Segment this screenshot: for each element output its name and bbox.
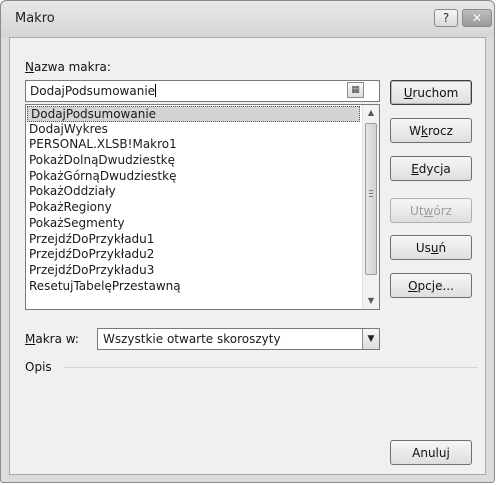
macro-name-value: DodajPodsumowanie	[30, 84, 156, 98]
title-bar[interactable]: Makro ? ✕	[1, 1, 494, 37]
macro-list[interactable]: DodajPodsumowanie DodajWykres PERSONAL.XLS…	[25, 104, 380, 310]
dialog-body: Nazwa makra: DodajPodsumowanie ▦ DodajPo…	[9, 37, 486, 475]
macros-in-label: Makra w:	[25, 332, 79, 346]
list-item[interactable]: PrzejdźDoPrzykładu1	[26, 232, 361, 248]
scroll-down-icon[interactable]: ▼	[363, 293, 379, 309]
cancel-button[interactable]: Anuluj	[390, 440, 472, 465]
description-text	[25, 378, 380, 453]
scroll-thumb[interactable]	[365, 123, 377, 275]
list-item[interactable]: ResetujTabelęPrzestawną	[26, 279, 361, 295]
list-item[interactable]: PokażDolnąDwudziestkę	[26, 153, 361, 169]
list-item[interactable]: PrzejdźDoPrzykładu2	[26, 247, 361, 263]
list-item[interactable]: PokażRegiony	[26, 200, 361, 216]
list-item[interactable]: DodajPodsumowanie	[27, 106, 360, 122]
macro-dialog: Makro ? ✕ Nazwa makra: DodajPodsumowanie…	[0, 0, 495, 483]
edit-button[interactable]: Edycja	[390, 156, 472, 181]
dialog-title: Makro	[15, 11, 55, 26]
macros-in-value: Wszystkie otwarte skoroszyty	[103, 332, 281, 346]
help-button[interactable]: ?	[434, 9, 458, 27]
create-button: Ut w órz	[390, 198, 472, 223]
description-separator	[63, 367, 478, 368]
list-item[interactable]: PERSONAL.XLSB!Makro1	[26, 137, 361, 153]
list-item[interactable]: DodajWykres	[26, 122, 361, 138]
text-caret	[155, 84, 157, 97]
help-icon: ?	[442, 11, 450, 25]
description-label: Opis	[25, 360, 52, 374]
run-button[interactable]: Uruchom	[390, 80, 472, 105]
step-into-button[interactable]: Wk rocz	[390, 118, 472, 143]
list-item[interactable]: PrzejdźDoPrzykładu3	[26, 263, 361, 279]
scroll-up-icon[interactable]: ▲	[363, 105, 379, 121]
close-icon: ✕	[471, 11, 483, 25]
thumb-grip	[369, 190, 373, 191]
chevron-down-icon[interactable]: ▼	[362, 329, 379, 349]
list-item[interactable]: PokażGórnąDwudziestkę	[26, 169, 361, 185]
delete-button[interactable]: Us u ń	[390, 235, 472, 260]
macro-name-input[interactable]: DodajPodsumowanie	[25, 80, 380, 102]
macro-name-label: Nazwa makra:	[25, 60, 111, 74]
macro-name-label-rest: azwa makra:	[33, 60, 111, 74]
range-select-icon[interactable]: ▦	[347, 82, 364, 98]
macro-list-items: DodajPodsumowanie DodajWykres PERSONAL.XLS…	[26, 105, 361, 294]
close-button[interactable]: ✕	[462, 9, 492, 27]
macros-in-select[interactable]: Wszystkie otwarte skoroszyty ▼	[97, 328, 380, 350]
thumb-grip	[369, 193, 373, 194]
options-button[interactable]: Opcje...	[390, 273, 472, 298]
thumb-grip	[369, 196, 373, 197]
list-scrollbar[interactable]: ▲ ▼	[362, 105, 379, 309]
list-item[interactable]: PokażOddziały	[26, 184, 361, 200]
list-item[interactable]: PokażSegmenty	[26, 216, 361, 232]
